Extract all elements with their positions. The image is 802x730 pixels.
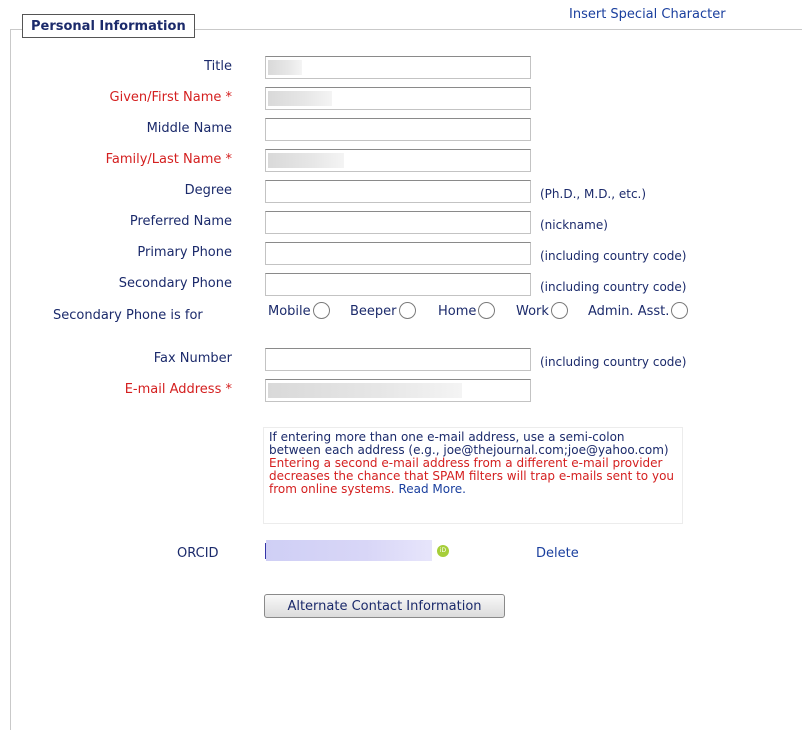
radio-beeper[interactable]	[398, 302, 416, 319]
radio-work[interactable]	[550, 302, 568, 319]
alternate-contact-button[interactable]: Alternate Contact Information	[264, 594, 505, 618]
degree-label: Degree	[184, 183, 232, 198]
secondary-phone-input[interactable]	[265, 273, 531, 296]
orcid-delete-link[interactable]: Delete	[536, 546, 579, 561]
email-input[interactable]	[265, 379, 531, 402]
primary-phone-hint: (including country code)	[540, 249, 687, 263]
middle-name-input[interactable]	[265, 118, 531, 141]
redacted-value	[268, 91, 332, 106]
middle-name-label: Middle Name	[146, 121, 232, 136]
fax-number-hint: (including country code)	[540, 355, 687, 369]
orcid-label: ORCID	[177, 546, 219, 561]
radio-option-work[interactable]: Work	[516, 302, 568, 320]
email-label: E-mail Address *	[124, 382, 232, 397]
section-title: Personal Information	[22, 14, 195, 38]
title-input[interactable]	[265, 56, 531, 79]
first-name-label: Given/First Name *	[109, 90, 232, 105]
first-name-input[interactable]	[265, 87, 531, 110]
read-more-link[interactable]: Read More.	[398, 482, 466, 496]
title-label: Title	[204, 59, 232, 74]
radio-option-home[interactable]: Home	[438, 302, 496, 320]
email-instructions-info: If entering more than one e-mail address…	[269, 430, 669, 457]
orcid-icon: iD	[437, 545, 449, 557]
radio-label: Home	[438, 304, 477, 319]
secondary-phone-label: Secondary Phone	[118, 276, 232, 291]
radio-admin-asst[interactable]	[671, 302, 689, 319]
degree-input[interactable]	[265, 180, 531, 203]
fax-number-input[interactable]	[265, 348, 531, 371]
primary-phone-label: Primary Phone	[137, 245, 232, 260]
redacted-value	[268, 383, 462, 398]
preferred-name-input[interactable]	[265, 211, 531, 234]
radio-label: Mobile	[268, 304, 311, 319]
fax-number-label: Fax Number	[153, 351, 232, 366]
radio-option-mobile[interactable]: Mobile	[268, 302, 330, 320]
insert-special-character-link[interactable]: Insert Special Character	[569, 7, 726, 22]
primary-phone-input[interactable]	[265, 242, 531, 265]
email-instructions: If entering more than one e-mail address…	[263, 427, 683, 524]
last-name-input[interactable]	[265, 149, 531, 172]
degree-hint: (Ph.D., M.D., etc.)	[540, 187, 647, 201]
preferred-name-hint: (nickname)	[540, 218, 608, 232]
radio-mobile[interactable]	[312, 302, 330, 319]
orcid-value[interactable]	[266, 540, 432, 561]
email-instructions-warning: Entering a second e-mail address from a …	[269, 456, 675, 496]
radio-label: Admin. Asst.	[588, 304, 670, 319]
radio-label: Work	[516, 304, 549, 319]
radio-label: Beeper	[350, 304, 397, 319]
last-name-label: Family/Last Name *	[105, 152, 232, 167]
preferred-name-label: Preferred Name	[129, 214, 232, 229]
radio-option-admin-asst[interactable]: Admin. Asst.	[588, 302, 689, 320]
redacted-value	[268, 153, 344, 168]
secondary-phone-hint: (including country code)	[540, 280, 687, 294]
redacted-value	[268, 60, 302, 75]
radio-home[interactable]	[478, 302, 496, 319]
secondary-phone-for-label: Secondary Phone is for	[53, 308, 203, 323]
radio-option-beeper[interactable]: Beeper	[350, 302, 416, 320]
